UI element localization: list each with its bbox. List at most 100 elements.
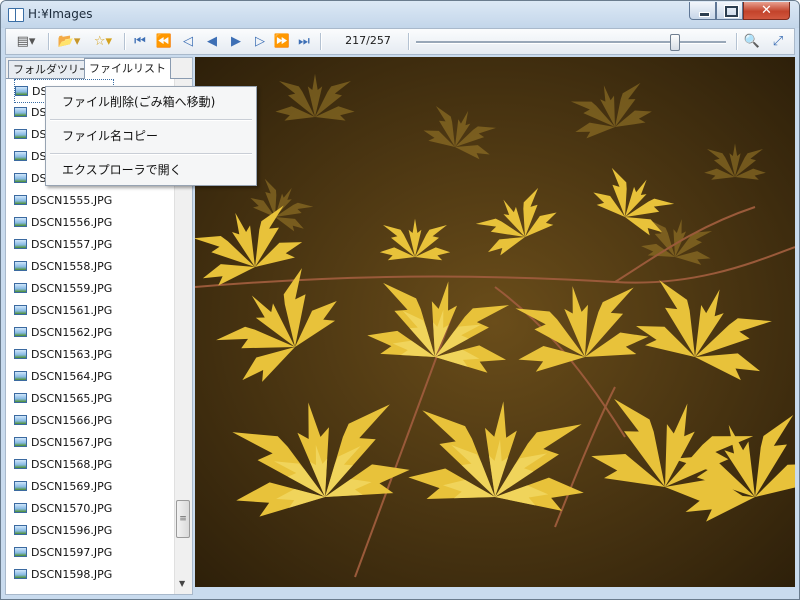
image-counter: 217/257: [345, 34, 391, 47]
next-image-button[interactable]: ▷: [250, 31, 270, 52]
file-name: DSCN1565.JPG: [31, 391, 113, 405]
image-viewer[interactable]: [195, 57, 795, 587]
next-page-icon: ⏩: [273, 34, 291, 49]
file-name: DSCN1561.JPG: [31, 303, 113, 317]
image-file-icon: [14, 547, 27, 557]
scroll-down-icon[interactable]: ▼: [179, 579, 185, 588]
image-file-icon: [14, 459, 27, 469]
maximize-icon: [725, 6, 738, 17]
toolbar-separator: [408, 33, 410, 50]
previous-image-button[interactable]: ◁: [178, 31, 198, 52]
file-name: DSCN1596.JPG: [31, 523, 113, 537]
file-name: DSCN1556.JPG: [31, 215, 113, 229]
image-position-slider-thumb[interactable]: [670, 34, 680, 51]
image-file-icon: [14, 569, 27, 579]
toolbar-separator: [736, 33, 738, 50]
book-icon: [8, 8, 24, 22]
image-file-icon: [14, 349, 27, 359]
file-list-item[interactable]: DSCN1567.JPG: [14, 431, 112, 453]
previous-page-button[interactable]: ⏪: [154, 31, 174, 52]
image-file-icon: [14, 415, 27, 425]
file-name: DSCN1597.JPG: [31, 545, 113, 559]
fullscreen-button[interactable]: ⤢: [768, 31, 788, 52]
file-list-item[interactable]: DSCN1598.JPG: [14, 563, 112, 585]
file-name: DSCN1570.JPG: [31, 501, 113, 515]
context-menu-copy-filename[interactable]: ファイル名コピー: [62, 126, 158, 146]
tab-folder-tree[interactable]: フォルダツリー: [8, 60, 95, 78]
minimize-icon: [699, 12, 710, 17]
file-list-item[interactable]: DSCN1596.JPG: [14, 519, 112, 541]
maximize-button[interactable]: [716, 2, 743, 20]
file-list-item[interactable]: DSCN1561.JPG: [14, 299, 112, 321]
file-list-item[interactable]: DSCN1565.JPG: [14, 387, 112, 409]
file-list-item[interactable]: DSCN1568.JPG: [14, 453, 112, 475]
file-list-item[interactable]: DSCN1564.JPG: [14, 365, 112, 387]
image-file-icon: [14, 525, 27, 535]
file-list-item[interactable]: DSCN1569.JPG: [14, 475, 112, 497]
previous-image-icon: ◁: [183, 34, 193, 49]
file-name: DSCN1563.JPG: [31, 347, 113, 361]
image-file-icon: [14, 393, 27, 403]
toolbar: ▤▾ 📂▾ ☆▾ ⏮ ⏪ ◁ ◀ ▶ ▷ ⏩ ⏭ 217/257 🔍 ⤢: [5, 28, 795, 55]
next-jump-icon: ▶: [231, 34, 241, 49]
image-file-icon: [14, 261, 27, 271]
image-file-icon: [14, 151, 27, 161]
file-list-item[interactable]: DSCN1562.JPG: [14, 321, 112, 343]
image-file-icon: [14, 283, 27, 293]
minimize-button[interactable]: [689, 2, 716, 20]
image-file-icon: [14, 217, 27, 227]
image-file-icon: [14, 129, 27, 139]
image-file-icon: [14, 371, 27, 381]
file-name: DSCN1562.JPG: [31, 325, 113, 339]
context-menu-delete-file[interactable]: ファイル削除(ごみ箱へ移動): [62, 92, 215, 112]
title-bar[interactable]: H:¥Images ✕: [1, 1, 799, 28]
favorite-button[interactable]: ☆▾: [88, 31, 118, 52]
folder-open-button[interactable]: 📂▾: [54, 31, 84, 52]
context-menu-open-explorer[interactable]: エクスプローラで開く: [62, 160, 182, 180]
file-name: DSCN1569.JPG: [31, 479, 113, 493]
fullscreen-icon: ⤢: [772, 34, 784, 49]
file-name: DSCN1558.JPG: [31, 259, 113, 273]
next-page-button[interactable]: ⏩: [272, 31, 292, 52]
image-file-icon: [14, 195, 27, 205]
toolbar-separator: [48, 33, 50, 50]
previous-page-icon: ⏪: [155, 34, 173, 49]
last-image-button[interactable]: ⏭: [294, 31, 314, 52]
file-list-item[interactable]: DSCN1558.JPG: [14, 255, 112, 277]
image-file-icon: [14, 437, 27, 447]
tab-file-list[interactable]: ファイルリスト: [84, 58, 171, 79]
close-button[interactable]: ✕: [743, 2, 790, 20]
file-name: DSCN1557.JPG: [31, 237, 113, 251]
view-mode-button[interactable]: ▤▾: [10, 31, 42, 52]
scrollbar-thumb[interactable]: ≡: [176, 500, 190, 538]
toolbar-separator: [124, 33, 126, 50]
last-image-icon: ⏭: [298, 34, 310, 49]
file-list-item[interactable]: DSCN1570.JPG: [14, 497, 112, 519]
file-list-item[interactable]: DSCN1566.JPG: [14, 409, 112, 431]
image-file-icon: [15, 86, 28, 96]
image-file-icon: [14, 173, 27, 183]
next-image-icon: ▷: [255, 34, 265, 49]
previous-jump-icon: ◀: [207, 34, 217, 49]
toolbar-separator: [320, 33, 322, 50]
folder-open-icon: 📂▾: [57, 34, 81, 49]
search-icon: 🔍: [743, 34, 761, 49]
file-list-item[interactable]: DSCN1555.JPG: [14, 189, 112, 211]
file-name: DSCN1555.JPG: [31, 193, 113, 207]
image-file-icon: [14, 107, 27, 117]
file-name: DSCN1598.JPG: [31, 567, 113, 581]
file-list-item[interactable]: DSCN1557.JPG: [14, 233, 112, 255]
file-list-item[interactable]: DSCN1559.JPG: [14, 277, 112, 299]
first-image-button[interactable]: ⏮: [130, 31, 150, 52]
image-file-icon: [14, 327, 27, 337]
favorite-star-icon: ☆▾: [93, 34, 113, 49]
search-button[interactable]: 🔍: [742, 31, 762, 52]
file-name: DSCN1559.JPG: [31, 281, 113, 295]
next-jump-button[interactable]: ▶: [226, 31, 246, 52]
image-file-icon: [14, 305, 27, 315]
image-file-icon: [14, 503, 27, 513]
previous-jump-button[interactable]: ◀: [202, 31, 222, 52]
file-list-item[interactable]: DSCN1556.JPG: [14, 211, 112, 233]
file-list-item[interactable]: DSCN1597.JPG: [14, 541, 112, 563]
file-list-item[interactable]: DSCN1563.JPG: [14, 343, 112, 365]
